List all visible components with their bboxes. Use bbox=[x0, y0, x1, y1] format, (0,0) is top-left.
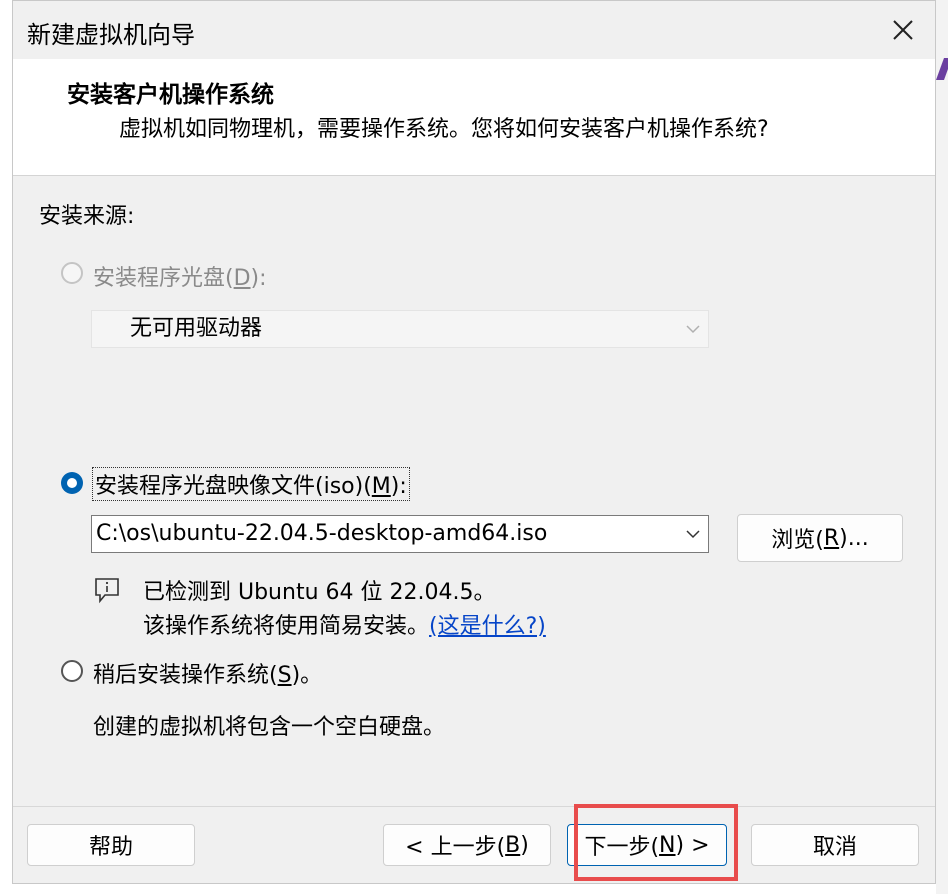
radio-iso-image-label: 安装程序光盘映像文件(iso)(M): bbox=[92, 467, 410, 501]
background-window bbox=[936, 0, 948, 894]
title-bar: 新建虚拟机向导 bbox=[13, 1, 935, 59]
back-button[interactable]: < 上一步(B) bbox=[383, 824, 551, 866]
iso-path-value: C:\os\ubuntu-22.04.5-desktop-amd64.iso bbox=[96, 521, 548, 546]
wizard-body: 安装来源: 安装程序光盘(D): 无可用驱动器 安装程序光盘映像文件(iso)(… bbox=[13, 176, 935, 806]
wizard-header: 安装客户机操作系统 虚拟机如同物理机，需要操作系统。您将如何安装客户机操作系统? bbox=[13, 59, 935, 176]
radio-installer-disc-label: 安装程序光盘(D): bbox=[93, 266, 267, 291]
radio-installer-disc[interactable] bbox=[61, 262, 83, 284]
radio-install-later[interactable] bbox=[61, 660, 83, 682]
radio-iso-image[interactable] bbox=[61, 472, 83, 494]
os-detected-text: 已检测到 Ubuntu 64 位 22.04.5。 bbox=[143, 580, 496, 605]
page-title: 安装客户机操作系统 bbox=[67, 82, 274, 108]
info-icon bbox=[95, 578, 119, 604]
window-title: 新建虚拟机向导 bbox=[27, 21, 195, 49]
next-button[interactable]: 下一步(N) > bbox=[567, 824, 727, 866]
install-source-label: 安装来源: bbox=[39, 204, 135, 229]
radio-install-later-label: 稍后安装操作系统(S)。 bbox=[93, 663, 323, 688]
page-subtitle: 虚拟机如同物理机，需要操作系统。您将如何安装客户机操作系统? bbox=[119, 117, 769, 142]
close-icon bbox=[893, 20, 913, 40]
new-vm-wizard-dialog: 新建虚拟机向导 安装客户机操作系统 虚拟机如同物理机，需要操作系统。您将如何安装… bbox=[12, 0, 936, 884]
chevron-down-icon bbox=[686, 311, 700, 347]
footer-divider bbox=[13, 806, 935, 807]
drive-select[interactable]: 无可用驱动器 bbox=[91, 310, 709, 348]
cancel-button[interactable]: 取消 bbox=[751, 824, 919, 866]
install-later-description: 创建的虚拟机将包含一个空白硬盘。 bbox=[93, 715, 446, 740]
close-button[interactable] bbox=[873, 5, 933, 55]
help-button[interactable]: 帮助 bbox=[27, 824, 195, 866]
iso-path-combobox[interactable]: C:\os\ubuntu-22.04.5-desktop-amd64.iso bbox=[91, 515, 709, 553]
whats-this-link[interactable]: (这是什么?) bbox=[429, 614, 546, 639]
drive-select-value: 无可用驱动器 bbox=[130, 316, 263, 341]
browse-button[interactable]: 浏览(R)... bbox=[737, 514, 903, 562]
screen: 新建虚拟机向导 安装客户机操作系统 虚拟机如同物理机，需要操作系统。您将如何安装… bbox=[0, 0, 948, 894]
easy-install-text: 该操作系统将使用简易安装。(这是什么?) bbox=[143, 614, 546, 639]
chevron-down-icon[interactable] bbox=[686, 516, 700, 552]
